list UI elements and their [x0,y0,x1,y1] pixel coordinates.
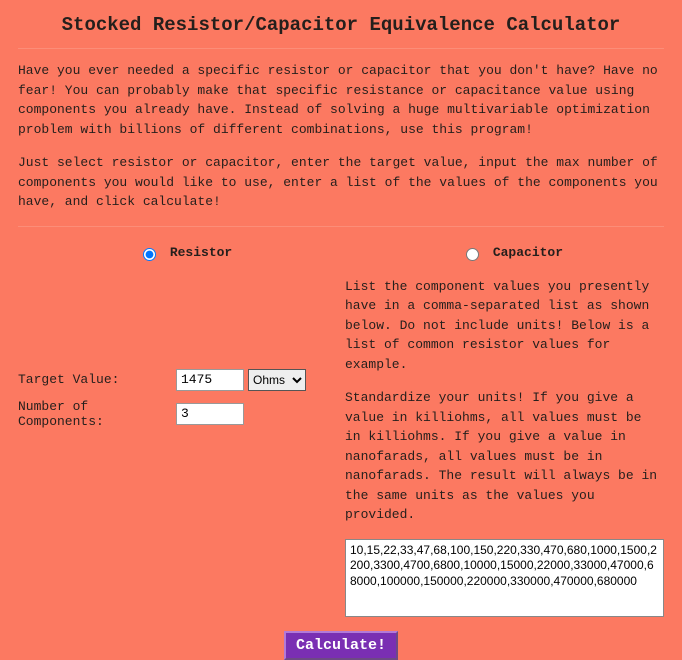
values-instructions-1: List the component values you presently … [345,277,664,375]
component-type-row: Resistor Capacitor [18,245,664,261]
resistor-radio[interactable] [143,248,156,261]
intro-text-2: Just select resistor or capacitor, enter… [18,153,664,212]
num-components-input[interactable] [176,403,244,425]
intro-text-1: Have you ever needed a specific resistor… [18,61,664,139]
unit-select[interactable]: Ohms [248,369,306,391]
target-value-input[interactable] [176,369,244,391]
divider-2 [18,226,664,227]
capacitor-option[interactable]: Capacitor [461,245,563,260]
capacitor-radio[interactable] [466,248,479,261]
target-value-label: Target Value: [18,372,176,387]
resistor-label: Resistor [170,245,232,260]
calculate-button[interactable]: Calculate! [284,631,398,660]
resistor-option[interactable]: Resistor [138,245,232,260]
page-title: Stocked Resistor/Capacitor Equivalence C… [18,14,664,36]
capacitor-label: Capacitor [493,245,563,260]
num-components-label: Number of Components: [18,399,176,429]
divider [18,48,664,49]
component-values-textarea[interactable] [345,539,664,617]
values-instructions-2: Standardize your units! If you give a va… [345,388,664,525]
